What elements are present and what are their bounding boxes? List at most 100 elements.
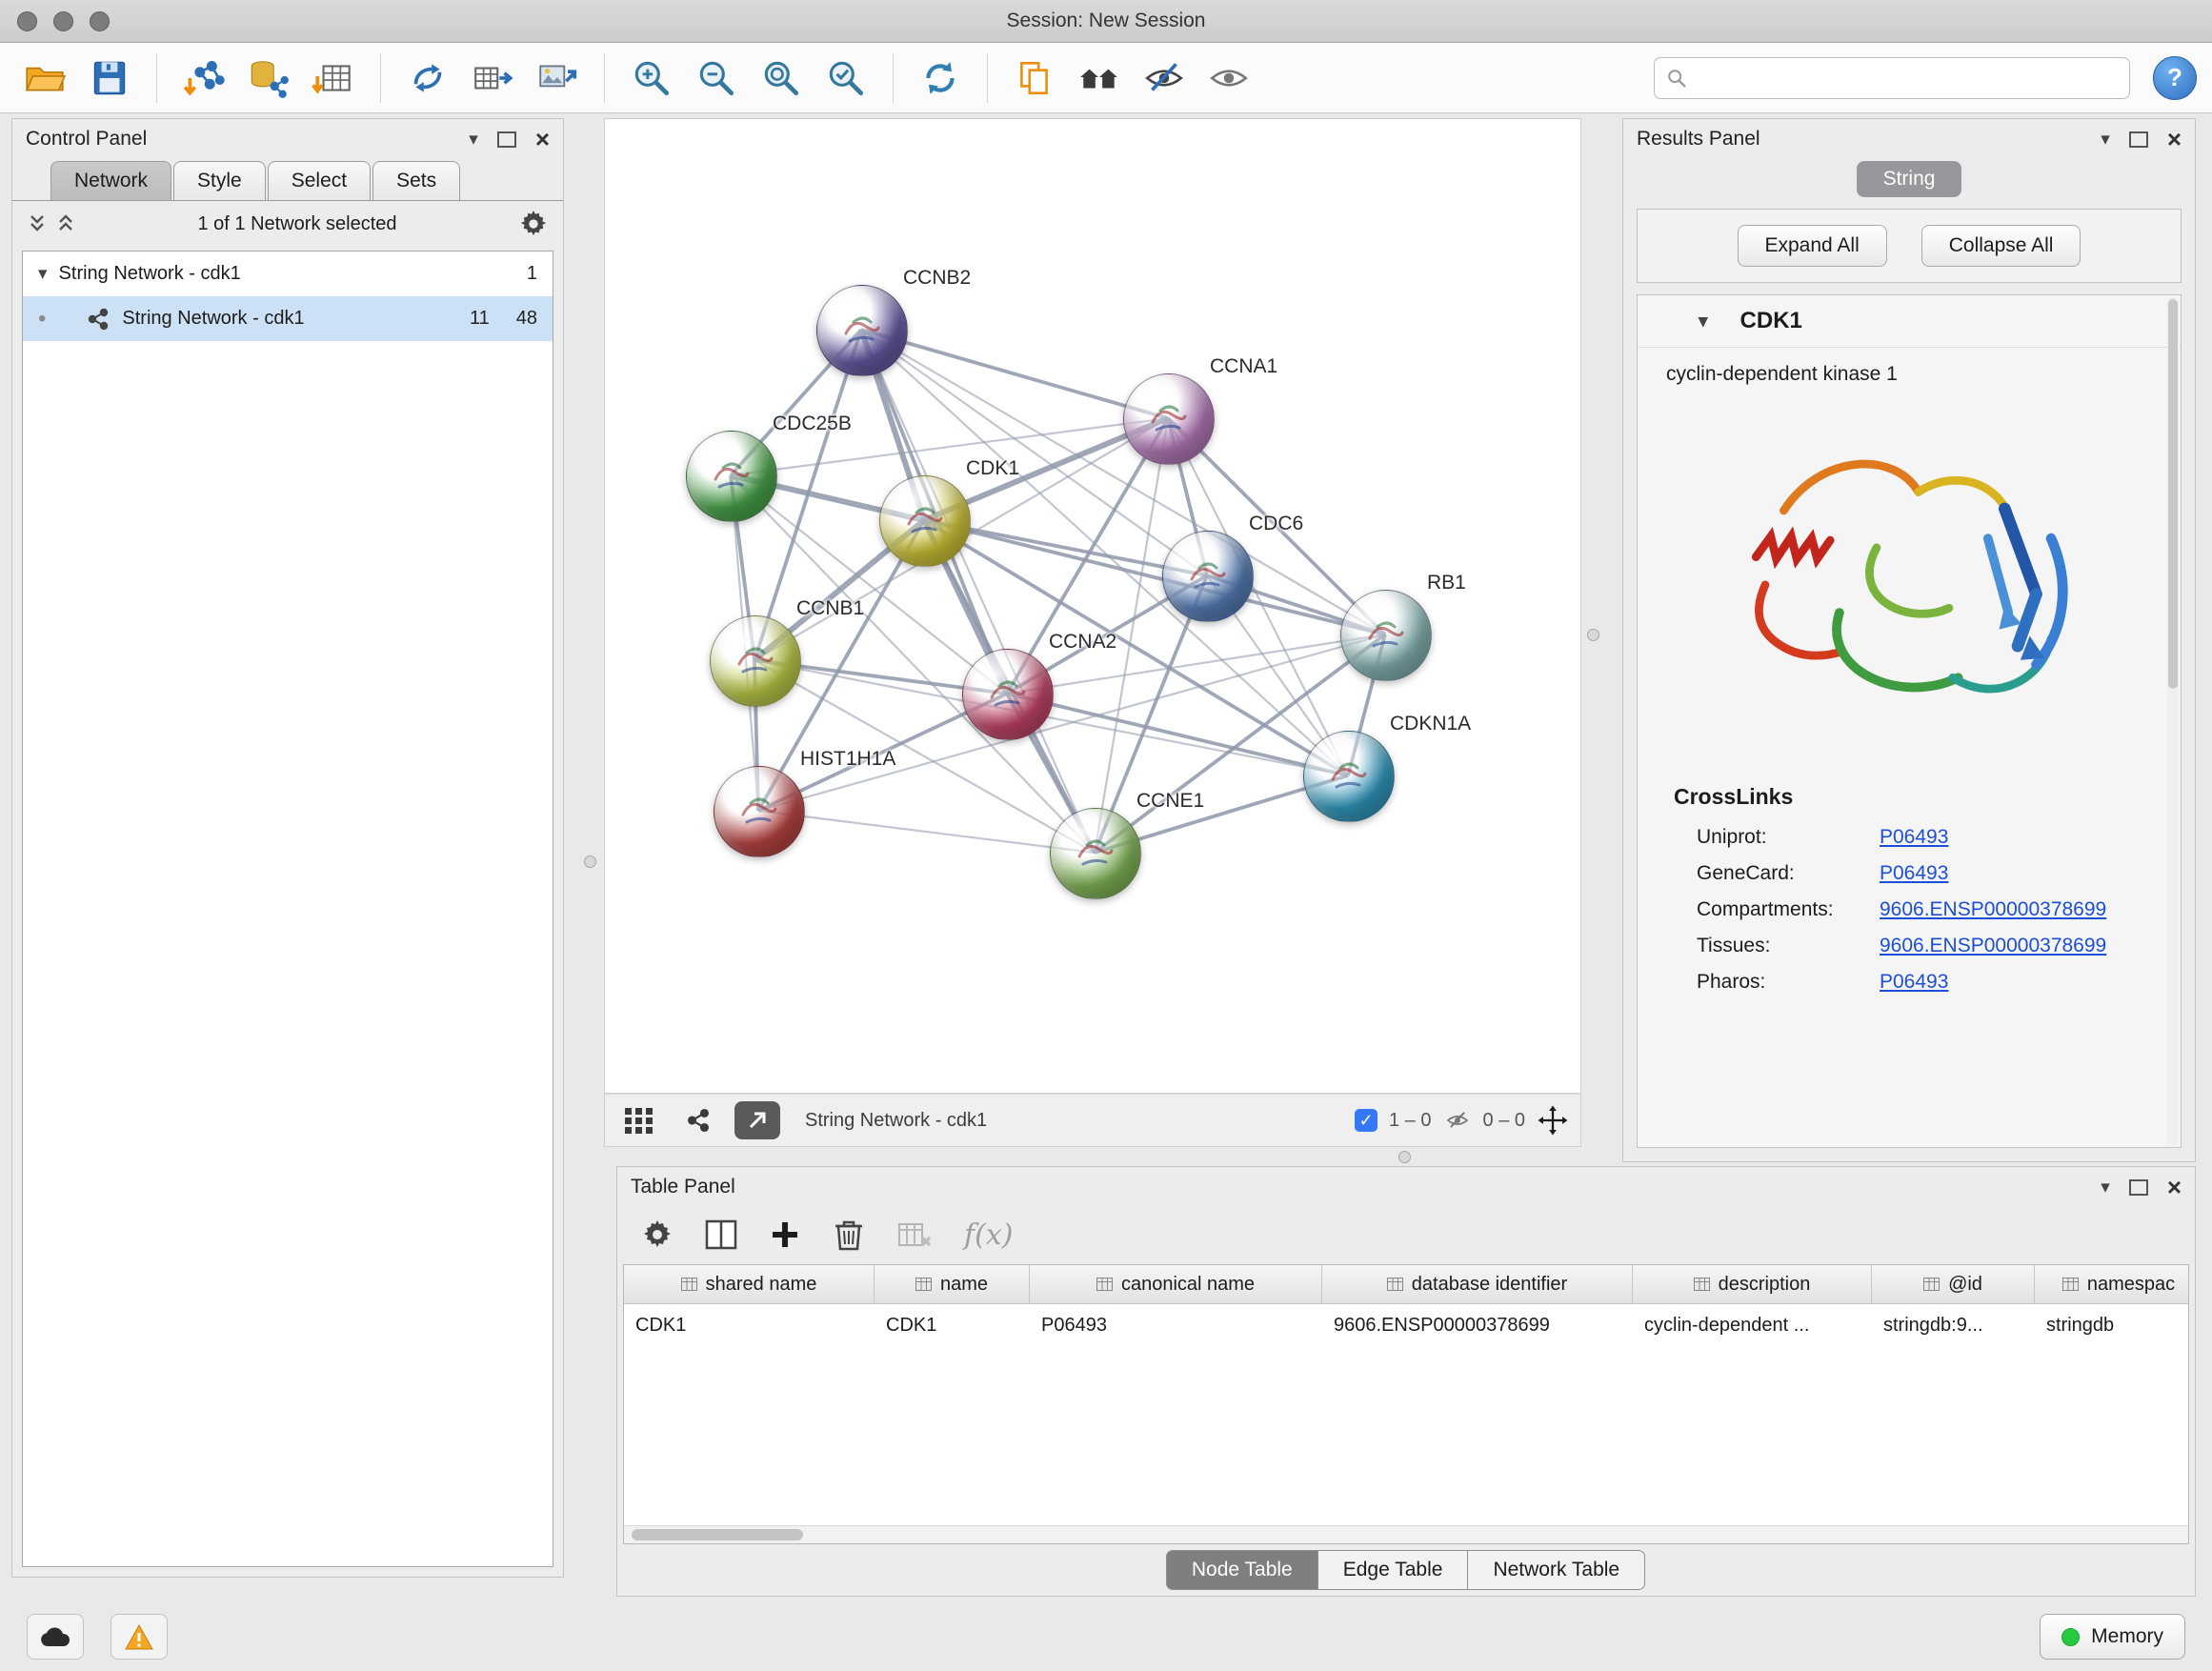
column-header-database-identifier[interactable]: database identifier xyxy=(1322,1265,1633,1303)
column-header-name[interactable]: name xyxy=(875,1265,1030,1303)
network-node-cdk1[interactable] xyxy=(879,475,971,567)
column-header-namespac[interactable]: namespac xyxy=(2035,1265,2189,1303)
panel-menu-icon[interactable]: ▾ xyxy=(2101,131,2110,149)
save-session-button[interactable] xyxy=(80,50,139,107)
table-settings-gear-icon[interactable] xyxy=(642,1219,673,1250)
selected-checkbox-icon[interactable]: ✓ xyxy=(1355,1109,1377,1132)
zoom-fit-button[interactable] xyxy=(752,50,811,107)
table-cell[interactable]: P06493 xyxy=(1030,1304,1322,1346)
gear-icon[interactable] xyxy=(519,210,548,238)
network-node-cdc25b[interactable] xyxy=(686,431,777,522)
splitter-handle[interactable] xyxy=(1587,629,1599,641)
export-table-button[interactable] xyxy=(463,50,522,107)
hide-selected-button[interactable] xyxy=(1135,50,1194,107)
network-overview-button[interactable] xyxy=(675,1100,721,1140)
warnings-button[interactable] xyxy=(111,1614,168,1660)
close-window-button[interactable] xyxy=(17,11,37,31)
network-node-ccnb1[interactable] xyxy=(710,615,801,707)
minimize-window-button[interactable] xyxy=(53,11,73,31)
table-cell[interactable]: CDK1 xyxy=(875,1304,1030,1346)
export-image-button[interactable] xyxy=(528,50,587,107)
open-session-button[interactable] xyxy=(15,50,74,107)
pan-crosshair-icon[interactable] xyxy=(1537,1104,1569,1137)
clone-network-button[interactable] xyxy=(398,50,457,107)
crosslink-value-link[interactable]: 9606.ENSP00000378699 xyxy=(1880,935,2106,957)
memory-button[interactable]: Memory xyxy=(2040,1614,2185,1660)
zoom-in-button[interactable] xyxy=(622,50,681,107)
column-header-description[interactable]: description xyxy=(1633,1265,1872,1303)
network-node-rb1[interactable] xyxy=(1340,590,1432,681)
table-cell[interactable]: CDK1 xyxy=(624,1304,875,1346)
expand-all-button[interactable]: Expand All xyxy=(1738,225,1887,267)
apply-layout-button[interactable] xyxy=(911,50,970,107)
crosslink-value-link[interactable]: 9606.ENSP00000378699 xyxy=(1880,898,2106,921)
add-column-plus-icon[interactable] xyxy=(770,1219,800,1250)
birdseye-grid-button[interactable] xyxy=(616,1100,662,1140)
network-node-hist1h1a[interactable] xyxy=(714,766,805,857)
table-row[interactable]: CDK1CDK1P064939606.ENSP00000378699cyclin… xyxy=(624,1304,2188,1346)
column-header-shared-name[interactable]: shared name xyxy=(624,1265,875,1303)
table-cell[interactable]: cyclin-dependent ... xyxy=(1633,1304,1872,1346)
zoom-selected-button[interactable] xyxy=(816,50,875,107)
panel-menu-icon[interactable]: ▾ xyxy=(469,131,478,149)
search-field[interactable] xyxy=(1654,57,2130,99)
close-panel-icon[interactable]: × xyxy=(2167,127,2182,151)
panel-menu-icon[interactable]: ▾ xyxy=(2101,1178,2110,1197)
tab-network[interactable]: Network xyxy=(50,161,171,200)
crosslink-value-link[interactable]: P06493 xyxy=(1880,826,1948,849)
network-node-cdc6[interactable] xyxy=(1162,531,1254,622)
gene-card-header[interactable]: ▾ CDK1 xyxy=(1638,295,2181,348)
show-hidden-button[interactable] xyxy=(1199,50,1258,107)
zoom-window-button[interactable] xyxy=(90,11,110,31)
network-node-ccna1[interactable] xyxy=(1123,373,1215,465)
results-scrollbar[interactable] xyxy=(2167,297,2179,1145)
import-table-file-button[interactable] xyxy=(304,50,363,107)
expand-all-icon[interactable] xyxy=(56,213,75,234)
table-horizontal-scrollbar[interactable] xyxy=(624,1525,2188,1543)
crosslink-value-link[interactable]: P06493 xyxy=(1880,971,1948,994)
export-view-button[interactable] xyxy=(734,1101,780,1139)
help-button[interactable]: ? xyxy=(2153,56,2197,100)
float-panel-icon[interactable] xyxy=(2129,1179,2148,1196)
splitter-handle[interactable] xyxy=(1398,1151,1411,1163)
table-cell[interactable]: 9606.ENSP00000378699 xyxy=(1322,1304,1633,1346)
tab-sets[interactable]: Sets xyxy=(372,161,460,200)
home-view-button[interactable] xyxy=(1070,50,1129,107)
network-node-cdkn1a[interactable] xyxy=(1303,731,1395,822)
network-canvas[interactable]: CCNB2CCNA1CDC25BCDK1CDC6RB1CCNB1CCNA2CDK… xyxy=(604,118,1581,1094)
network-node-ccnb2[interactable] xyxy=(816,285,908,376)
show-columns-icon[interactable] xyxy=(705,1219,737,1250)
disclosure-triangle-icon[interactable]: ▾ xyxy=(38,265,48,283)
close-panel-icon[interactable]: × xyxy=(2167,1175,2182,1199)
network-node-ccne1[interactable] xyxy=(1050,808,1141,899)
table-cell[interactable]: stringdb:9... xyxy=(1872,1304,2035,1346)
tab-select[interactable]: Select xyxy=(268,161,371,200)
results-tab-string[interactable]: String xyxy=(1857,161,1962,197)
tab-style[interactable]: Style xyxy=(173,161,266,200)
crosslink-value-link[interactable]: P06493 xyxy=(1880,862,1948,885)
disclosure-triangle-icon[interactable]: ▾ xyxy=(1699,312,1708,331)
splitter-handle[interactable] xyxy=(584,856,596,868)
close-panel-icon[interactable]: × xyxy=(535,127,550,151)
table-cell[interactable]: stringdb xyxy=(2035,1304,2189,1346)
table-tab-edge-table[interactable]: Edge Table xyxy=(1317,1550,1469,1590)
cloud-status-button[interactable] xyxy=(27,1614,84,1660)
scrollbar-thumb[interactable] xyxy=(632,1529,803,1540)
column-header-canonical-name[interactable]: canonical name xyxy=(1030,1265,1322,1303)
network-row[interactable]: • String Network - cdk1 11 48 xyxy=(23,296,553,341)
float-panel-icon[interactable] xyxy=(497,131,516,148)
search-input[interactable] xyxy=(1695,66,2118,90)
table-tab-network-table[interactable]: Network Table xyxy=(1467,1550,1645,1590)
scrollbar-thumb[interactable] xyxy=(2168,299,2178,689)
collapse-all-icon[interactable] xyxy=(28,213,47,234)
float-panel-icon[interactable] xyxy=(2129,131,2148,148)
annotation-button[interactable] xyxy=(1005,50,1064,107)
import-network-database-button[interactable] xyxy=(239,50,298,107)
collapse-all-button[interactable]: Collapse All xyxy=(1921,225,2081,267)
delete-column-trash-icon[interactable] xyxy=(833,1218,865,1252)
network-node-ccna2[interactable] xyxy=(962,649,1054,740)
network-collection-row[interactable]: ▾ String Network - cdk1 1 xyxy=(23,252,553,296)
column-header--id[interactable]: @id xyxy=(1872,1265,2035,1303)
import-network-file-button[interactable] xyxy=(174,50,233,107)
zoom-out-button[interactable] xyxy=(687,50,746,107)
